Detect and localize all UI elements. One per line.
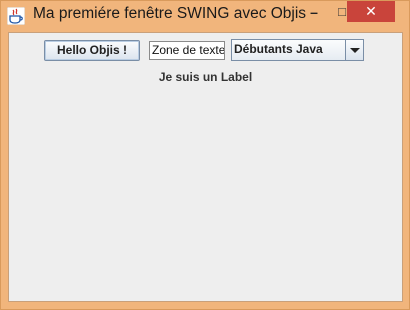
maximize-icon: □ — [338, 4, 346, 19]
close-icon: ✕ — [365, 3, 377, 20]
combo-selected-value: Débutants Java — [234, 42, 323, 56]
info-label: Je suis un Label — [158, 70, 253, 84]
minimize-icon: – — [310, 3, 318, 20]
close-button[interactable]: ✕ — [347, 1, 395, 22]
text-field[interactable]: Zone de texte — [149, 41, 225, 60]
hello-button[interactable]: Hello Objis ! — [44, 40, 140, 61]
minimize-button[interactable]: – — [301, 1, 327, 22]
content-pane: Hello Objis ! Zone de texte Débutants Ja… — [8, 32, 403, 302]
window-title: Ma premiére fenêtre SWING avec Objis — [33, 5, 307, 22]
app-window: Ma premiére fenêtre SWING avec Objis – □… — [0, 0, 410, 310]
java-cup-icon — [7, 7, 25, 25]
level-combo-box[interactable]: Débutants Java — [231, 39, 364, 61]
title-bar[interactable]: Ma premiére fenêtre SWING avec Objis – □… — [1, 1, 409, 31]
chevron-down-icon[interactable] — [345, 40, 363, 60]
